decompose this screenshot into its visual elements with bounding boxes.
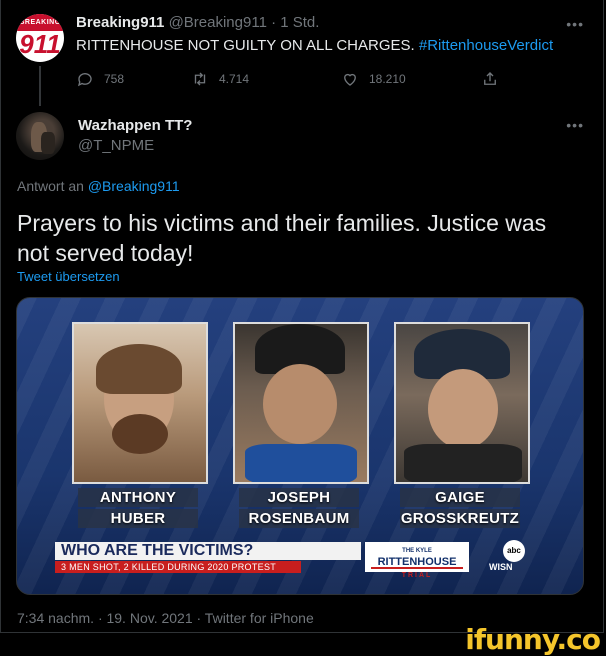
parent-action-bar: 758 4.714 18.210: [76, 70, 506, 90]
author-handle[interactable]: @T_NPME: [78, 137, 154, 154]
ticker-subline: 3 MEN SHOT, 2 KILLED DURING 2020 PROTEST: [55, 561, 301, 573]
photo-anthony-huber: [72, 322, 208, 484]
like-count: 18.210: [369, 72, 406, 86]
translate-link[interactable]: Tweet übersetzen: [17, 269, 120, 284]
avatar-figure-shadow: [41, 132, 55, 154]
ifunny-watermark: ifunny.co: [465, 623, 601, 656]
parent-text-main: RITTENHOUSE NOT GUILTY ON ALL CHARGES.: [76, 37, 415, 54]
parent-meta[interactable]: @Breaking911 · 1 Std.: [169, 14, 320, 31]
trial-logo: THE KYLE RITTENHOUSE TRIAL: [365, 542, 469, 579]
photo-gaige-grosskreutz: [394, 322, 530, 484]
beard-shape: [112, 414, 168, 454]
logo-bottom: TRIAL: [401, 572, 433, 579]
last-name: HUBER: [78, 509, 198, 528]
like-button[interactable]: 18.210: [341, 70, 406, 88]
face-shape: [263, 364, 337, 444]
first-name: GAIGE: [400, 488, 520, 507]
parent-display-name[interactable]: Breaking911: [76, 14, 164, 31]
first-name: JOSEPH: [239, 488, 359, 507]
name-label-3: GAIGE GROSSKREUTZ: [394, 488, 526, 530]
thread-line: [39, 66, 41, 106]
tweet-media-image[interactable]: ANTHONY HUBER JOSEPH ROSENBAUM GAIGE GRO…: [16, 297, 584, 595]
logo-top: THE KYLE: [402, 548, 432, 554]
heart-icon: [344, 73, 356, 86]
last-name: GROSSKREUTZ: [400, 509, 520, 528]
breaking911-avatar[interactable]: BREAKING 911: [16, 14, 64, 62]
avatar-number: 911: [19, 29, 61, 59]
retweet-icon: [194, 72, 206, 86]
share-button[interactable]: [481, 70, 499, 88]
reply-context: Antwort an @Breaking911: [17, 178, 180, 194]
last-name: ROSENBAUM: [239, 509, 359, 528]
parent-tweet-header: Breaking911 @Breaking911 · 1 Std.: [76, 14, 319, 31]
reply-icon: [77, 73, 92, 87]
photo-joseph-rosenbaum: [233, 322, 369, 484]
name-label-2: JOSEPH ROSENBAUM: [233, 488, 365, 530]
station-logo: abc WISN: [485, 538, 539, 572]
wazhappen-avatar[interactable]: [16, 112, 64, 160]
shirt-shape: [245, 444, 357, 482]
news-ticker: WHO ARE THE VICTIMS? 3 MEN SHOT, 2 KILLE…: [17, 538, 583, 579]
face-shape: [428, 369, 498, 449]
name-label-1: ANTHONY HUBER: [72, 488, 204, 530]
more-dots-icon[interactable]: •••: [566, 117, 584, 133]
abc-logo: abc: [503, 540, 525, 562]
retweet-button[interactable]: 4.714: [191, 70, 249, 88]
reply-prefix: Antwort an: [17, 178, 84, 194]
reply-button[interactable]: 758: [76, 70, 124, 88]
first-name: ANTHONY: [78, 488, 198, 507]
reply-count: 758: [104, 72, 125, 86]
station-name: WISN: [489, 562, 513, 572]
logo-main: RITTENHOUSE: [371, 557, 463, 569]
retweet-count: 4.714: [219, 72, 250, 86]
hashtag-link[interactable]: #RittenhouseVerdict: [419, 37, 553, 54]
parent-tweet-text: RITTENHOUSE NOT GUILTY ON ALL CHARGES. #…: [76, 37, 553, 54]
more-dots-icon[interactable]: •••: [566, 16, 584, 32]
tweet-text: Prayers to his victims and their familie…: [17, 210, 547, 266]
share-icon: [484, 72, 496, 85]
reply-to-link[interactable]: @Breaking911: [88, 178, 180, 194]
jacket-shape: [404, 444, 522, 482]
hair-shape: [96, 344, 182, 394]
author-display-name[interactable]: Wazhappen TT?: [78, 117, 192, 134]
tweet-timestamp[interactable]: 7:34 nachm. · 19. Nov. 2021 · Twitter fo…: [17, 610, 314, 626]
ticker-headline: WHO ARE THE VICTIMS?: [55, 542, 361, 560]
